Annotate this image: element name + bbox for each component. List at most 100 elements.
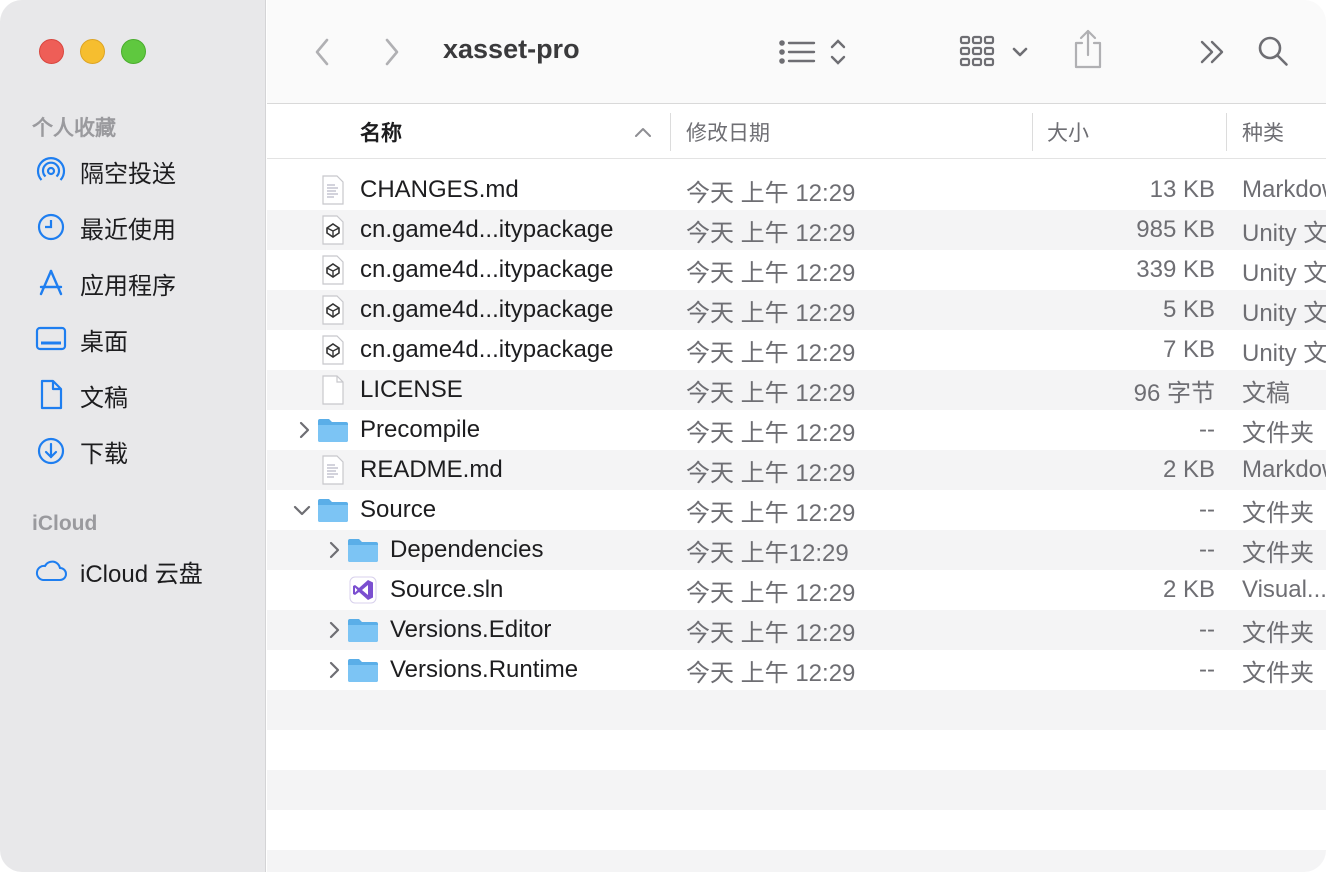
view-mode-button[interactable]: [776, 32, 852, 72]
table-row[interactable]: Versions.Runtime 今天 上午 12:29 -- 文件夹: [267, 650, 1326, 690]
table-row[interactable]: README.md 今天 上午 12:29 2 KB Markdown: [267, 450, 1326, 490]
table-row[interactable]: Source.sln 今天 上午 12:29 2 KB Visual...: [267, 570, 1326, 610]
close-button[interactable]: [39, 39, 64, 64]
more-toolbar-items-button[interactable]: [1194, 34, 1230, 70]
table-row[interactable]: cn.game4d...itypackage 今天 上午 12:29 985 K…: [267, 210, 1326, 250]
file-kind: Markdown: [1242, 176, 1326, 203]
sidebar-item-label: 下载: [80, 440, 128, 468]
file-kind: Markdown: [1242, 456, 1326, 483]
unity-package-icon: [317, 254, 349, 286]
sidebar-item-label: 隔空投送: [80, 160, 176, 188]
sidebar-item-recents[interactable]: 最近使用: [33, 205, 253, 249]
folder-icon: [347, 614, 379, 646]
window-controls: [39, 39, 146, 64]
file-size: --: [1199, 536, 1215, 563]
markdown-file-icon: [317, 454, 349, 486]
file-size: 5 KB: [1162, 296, 1215, 323]
file-kind: 文件夹: [1242, 419, 1314, 447]
cloud-icon: [33, 553, 69, 589]
document-icon: [33, 377, 69, 413]
table-row[interactable]: Precompile 今天 上午 12:29 -- 文件夹: [267, 410, 1326, 450]
file-date: 今天 上午 12:29: [686, 459, 856, 487]
column-header-date[interactable]: 修改日期: [686, 105, 770, 159]
table-row[interactable]: cn.game4d...itypackage 今天 上午 12:29 339 K…: [267, 250, 1326, 290]
table-row[interactable]: Versions.Editor 今天 上午 12:29 -- 文件夹: [267, 610, 1326, 650]
forward-button[interactable]: [376, 34, 408, 70]
file-name: Versions.Editor: [390, 616, 552, 643]
clock-icon: [33, 209, 69, 245]
file-name: LICENSE: [360, 376, 463, 403]
table-row[interactable]: cn.game4d...itypackage 今天 上午 12:29 5 KB …: [267, 290, 1326, 330]
file-kind: 文件夹: [1242, 539, 1314, 567]
sidebar-item-applications[interactable]: 应用程序: [33, 261, 253, 305]
file-name: Versions.Runtime: [390, 656, 579, 683]
zoom-button[interactable]: [121, 39, 146, 64]
file-name: Dependencies: [390, 536, 544, 563]
sidebar-item-airdrop[interactable]: 隔空投送: [33, 149, 253, 193]
file-size: --: [1199, 496, 1215, 523]
file-kind: Unity 文: [1242, 299, 1326, 327]
column-header-size[interactable]: 大小: [1047, 105, 1089, 159]
table-row[interactable]: LICENSE 今天 上午 12:29 96 字节 文稿: [267, 370, 1326, 410]
markdown-file-icon: [317, 174, 349, 206]
table-row[interactable]: Source 今天 上午 12:29 -- 文件夹: [267, 490, 1326, 530]
blank-file-icon: [317, 374, 349, 406]
empty-row: [267, 810, 1326, 850]
unity-package-icon: [317, 334, 349, 366]
file-size: 7 KB: [1162, 336, 1215, 363]
sidebar-item-desktop[interactable]: 桌面: [33, 317, 253, 361]
file-kind: Unity 文: [1242, 339, 1326, 367]
table-row[interactable]: Dependencies 今天 上午12:29 -- 文件夹: [267, 530, 1326, 570]
list-view-icon: [779, 39, 846, 65]
empty-row: [267, 690, 1326, 730]
collapse-chevron-down-icon[interactable]: [291, 499, 313, 521]
file-kind: 文件夹: [1242, 499, 1314, 527]
empty-row: [267, 770, 1326, 810]
file-date: 今天 上午 12:29: [686, 579, 856, 607]
sidebar-item-documents[interactable]: 文稿: [33, 373, 253, 417]
expand-chevron-right-icon[interactable]: [323, 539, 345, 561]
file-kind: 文件夹: [1242, 619, 1314, 647]
file-date: 今天 上午 12:29: [686, 179, 856, 207]
folder-icon: [347, 534, 379, 566]
minimize-button[interactable]: [80, 39, 105, 64]
sidebar-item-downloads[interactable]: 下载: [33, 429, 253, 473]
sidebar-item-icloud-drive[interactable]: iCloud 云盘: [33, 549, 253, 593]
file-date: 今天 上午 12:29: [686, 419, 856, 447]
visual-studio-icon: [347, 574, 379, 606]
file-size: 985 KB: [1136, 216, 1215, 243]
file-date: 今天 上午 12:29: [686, 619, 856, 647]
column-header-kind[interactable]: 种类: [1242, 105, 1284, 159]
file-size: --: [1199, 416, 1215, 443]
file-name: cn.game4d...itypackage: [360, 336, 614, 363]
expand-chevron-right-icon[interactable]: [323, 619, 345, 641]
folder-icon: [317, 494, 349, 526]
file-name: CHANGES.md: [360, 176, 519, 203]
file-name: Source: [360, 496, 437, 523]
group-by-button[interactable]: [956, 30, 1034, 74]
file-date: 今天 上午 12:29: [686, 379, 856, 407]
table-row[interactable]: CHANGES.md 今天 上午 12:29 13 KB Markdown: [267, 170, 1326, 210]
expand-chevron-right-icon[interactable]: [293, 419, 315, 441]
desktop-icon: [33, 321, 69, 357]
favorites-section-title: 个人收藏: [32, 117, 116, 140]
file-size: 96 字节: [1133, 379, 1215, 407]
back-button[interactable]: [306, 34, 338, 70]
expand-chevron-right-icon[interactable]: [323, 659, 345, 681]
file-size: --: [1199, 616, 1215, 643]
unity-package-icon: [317, 214, 349, 246]
unity-package-icon: [317, 294, 349, 326]
file-name: Precompile: [360, 416, 481, 443]
search-button[interactable]: [1254, 32, 1292, 70]
airdrop-icon: [33, 153, 69, 189]
empty-row: [267, 850, 1326, 872]
file-name: cn.game4d...itypackage: [360, 296, 614, 323]
table-row[interactable]: cn.game4d...itypackage 今天 上午 12:29 7 KB …: [267, 330, 1326, 370]
column-header-name[interactable]: 名称: [360, 105, 402, 159]
file-size: 13 KB: [1149, 176, 1215, 203]
finder-window: 个人收藏 隔空投送 最近使用 应用程序 桌面 文稿 下载 iCloud iClo…: [0, 0, 1326, 872]
window-title: xasset-pro: [443, 34, 580, 64]
file-size: 339 KB: [1136, 256, 1215, 283]
share-button[interactable]: [1068, 26, 1108, 72]
file-list: CHANGES.md 今天 上午 12:29 13 KB Markdown cn…: [267, 170, 1326, 872]
